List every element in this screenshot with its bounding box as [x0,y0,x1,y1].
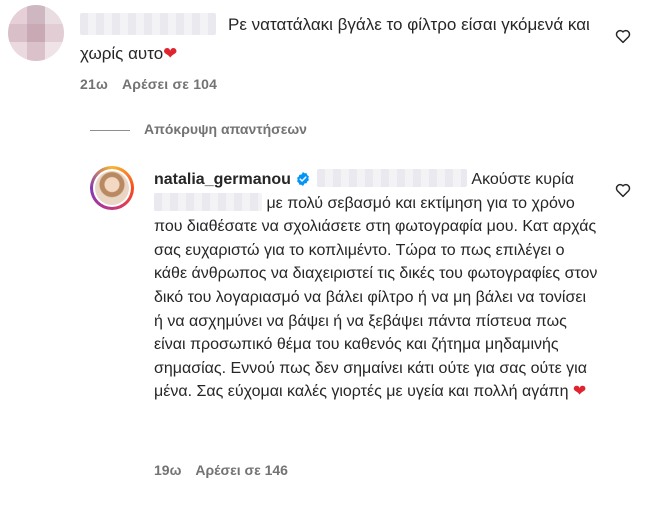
reply-meta: 19ω Αρέσει σε 146 [154,462,288,478]
comment-body: Ρε νατατάλακι βγάλε το φίλτρο είσαι γκόμ… [80,15,590,63]
heart-emoji: ❤ [572,383,587,401]
heart-emoji: ❤ [163,44,178,63]
like-button[interactable] [614,181,632,204]
comment-text: Ρε νατατάλακι βγάλε το φίλτρο είσαι γκόμ… [80,10,600,68]
reply-part-1: Ακούστε [471,171,531,188]
heart-outline-icon [615,183,631,198]
avatar[interactable] [8,5,64,61]
timestamp: 21ω [80,76,108,92]
reply-part-2: κυρία [535,171,574,188]
divider-line [90,130,130,131]
profile-photo [95,171,129,205]
username[interactable]: natalia_germanou [154,171,291,188]
hide-replies-button[interactable]: Απόκρυψη απαντήσεων [144,121,307,137]
reply-part-3: με πολύ σεβασμό και εκτίμηση για το χρόν… [154,194,598,401]
reply-text: natalia_germanou Ακούστε κυρία με πολύ σ… [154,168,599,404]
likes-count[interactable]: Αρέσει σε 104 [122,76,217,92]
heart-outline-icon [615,29,631,44]
redacted-mention [316,169,467,187]
redacted-name [154,192,262,211]
avatar[interactable] [90,166,134,210]
likes-count[interactable]: Αρέσει σε 146 [195,462,288,478]
timestamp: 19ω [154,462,182,478]
verified-badge-icon [297,172,309,186]
comment-meta: 21ω Αρέσει σε 104 [80,76,217,92]
like-button[interactable] [614,27,632,50]
